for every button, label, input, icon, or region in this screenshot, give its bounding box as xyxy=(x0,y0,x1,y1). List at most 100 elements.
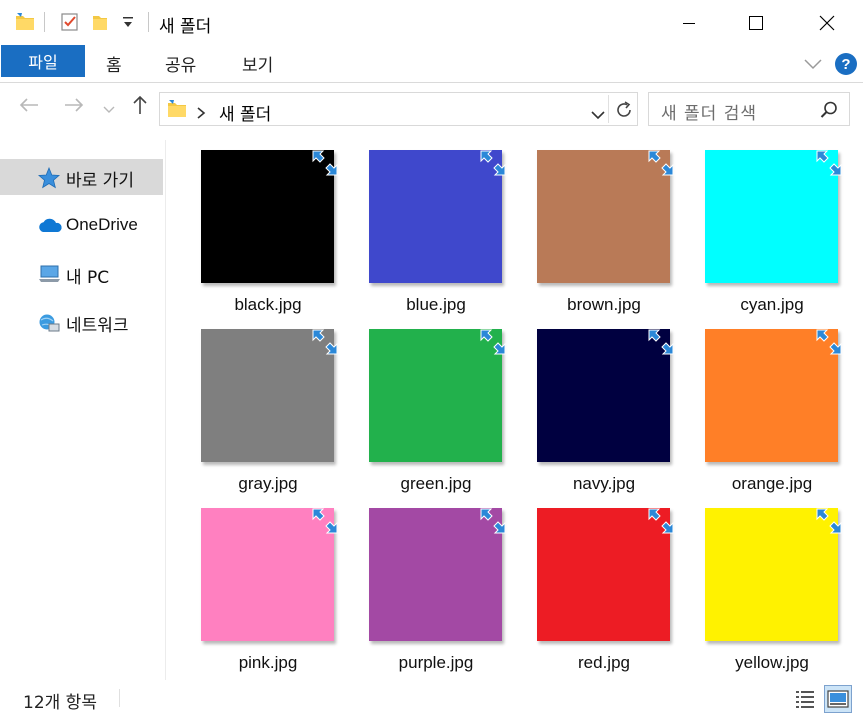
title-separator xyxy=(148,12,149,32)
folder-icon xyxy=(166,98,188,124)
tab-share[interactable]: 공유 xyxy=(165,51,196,76)
title-separator xyxy=(44,12,45,32)
this-pc-icon xyxy=(37,264,61,284)
sync-status-arrows-icon xyxy=(646,327,676,357)
back-arrow-icon[interactable] xyxy=(18,94,40,120)
sidebar-item-label: 네트워크 xyxy=(66,316,129,336)
sidebar-item-label: 내 PC xyxy=(66,268,110,288)
sync-status-arrows-icon xyxy=(814,148,844,178)
sidebar-item-onedrive[interactable]: OneDrive xyxy=(0,208,163,244)
close-icon xyxy=(819,15,835,30)
breadcrumb-current-folder[interactable]: 새 폴더 xyxy=(219,100,271,125)
file-thumbnail[interactable] xyxy=(705,150,842,283)
forward-arrow-icon[interactable] xyxy=(63,94,85,120)
tab-view[interactable]: 보기 xyxy=(242,51,273,76)
file-name[interactable]: brown.jpg xyxy=(520,295,688,315)
network-icon xyxy=(37,312,61,332)
status-bar: 12개 항목 xyxy=(0,680,863,716)
file-item[interactable]: gray.jpg xyxy=(184,329,344,509)
file-item[interactable]: black.jpg xyxy=(184,150,344,330)
details-view-icon xyxy=(796,691,814,708)
sync-status-arrows-icon xyxy=(814,327,844,357)
file-name[interactable]: cyan.jpg xyxy=(688,295,856,315)
details-view-button[interactable] xyxy=(791,685,819,713)
quick-access-star-icon xyxy=(37,166,61,189)
file-thumbnail[interactable] xyxy=(201,508,338,641)
tab-file[interactable]: 파일 xyxy=(1,45,85,77)
file-list-view: black.jpg blue.jpg brown.jpg cyan.jpg gray.j… xyxy=(167,130,863,680)
sync-status-arrows-icon xyxy=(478,506,508,536)
sync-status-arrows-icon xyxy=(478,327,508,357)
address-bar[interactable]: 새 폴더 xyxy=(159,92,638,126)
properties-check-icon[interactable] xyxy=(59,11,81,37)
file-thumbnail[interactable] xyxy=(705,508,842,641)
ribbon-expand-chevron-icon[interactable] xyxy=(804,55,822,74)
file-name[interactable]: black.jpg xyxy=(184,295,352,315)
window-title: 새 폴더 xyxy=(159,17,212,37)
maximize-icon xyxy=(749,15,763,30)
sync-status-arrows-icon xyxy=(310,148,340,178)
file-thumbnail[interactable] xyxy=(537,150,674,283)
sidebar-item-quick-access[interactable]: 바로 가기 xyxy=(0,159,163,195)
item-count: 12개 항목 xyxy=(23,693,97,713)
file-name[interactable]: navy.jpg xyxy=(520,474,688,494)
file-name[interactable]: gray.jpg xyxy=(184,474,352,494)
file-item[interactable]: red.jpg xyxy=(520,508,680,688)
minimize-button[interactable] xyxy=(662,0,716,45)
sync-status-arrows-icon xyxy=(310,506,340,536)
file-name[interactable]: red.jpg xyxy=(520,653,688,673)
file-name[interactable]: orange.jpg xyxy=(688,474,856,494)
file-thumbnail[interactable] xyxy=(369,150,506,283)
file-item[interactable]: navy.jpg xyxy=(520,329,680,509)
file-thumbnail[interactable] xyxy=(369,508,506,641)
file-thumbnail[interactable] xyxy=(705,329,842,462)
file-name[interactable]: pink.jpg xyxy=(184,653,352,673)
sidebar-item-this-pc[interactable]: 내 PC xyxy=(0,256,163,292)
file-item[interactable]: blue.jpg xyxy=(352,150,512,330)
new-folder-icon[interactable] xyxy=(90,11,110,37)
file-name[interactable]: purple.jpg xyxy=(352,653,520,673)
recent-locations-chevron-icon[interactable] xyxy=(102,100,116,119)
file-thumbnail[interactable] xyxy=(201,329,338,462)
sidebar-item-network[interactable]: 네트워크 xyxy=(0,304,163,340)
file-thumbnail[interactable] xyxy=(537,508,674,641)
sync-status-arrows-icon xyxy=(814,506,844,536)
file-name[interactable]: blue.jpg xyxy=(352,295,520,315)
search-icon[interactable] xyxy=(819,100,839,124)
file-thumbnail[interactable] xyxy=(369,329,506,462)
sync-status-arrows-icon xyxy=(310,327,340,357)
close-button[interactable] xyxy=(800,0,854,45)
file-item[interactable]: green.jpg xyxy=(352,329,512,509)
breadcrumb-chevron-icon[interactable] xyxy=(196,104,206,123)
sync-status-arrows-icon xyxy=(478,148,508,178)
customize-dropdown-icon[interactable] xyxy=(121,14,135,34)
help-button[interactable]: ? xyxy=(835,53,857,75)
file-thumbnail[interactable] xyxy=(201,150,338,283)
sidebar-item-label: OneDrive xyxy=(66,215,138,234)
file-item[interactable]: pink.jpg xyxy=(184,508,344,688)
file-item[interactable]: cyan.jpg xyxy=(688,150,848,330)
minimize-icon xyxy=(683,22,695,24)
address-history-chevron-icon[interactable] xyxy=(591,105,605,124)
file-item[interactable]: orange.jpg xyxy=(688,329,848,509)
title-bar: 새 폴더 xyxy=(0,0,863,45)
large-icons-view-icon xyxy=(827,690,849,708)
tab-home[interactable]: 홈 xyxy=(106,51,122,76)
up-arrow-icon[interactable] xyxy=(129,94,151,120)
status-separator xyxy=(119,689,120,707)
search-box[interactable]: 새 폴더 검색 xyxy=(648,92,850,126)
onedrive-cloud-icon xyxy=(37,216,62,236)
large-icons-view-button[interactable] xyxy=(824,685,852,713)
file-item[interactable]: purple.jpg xyxy=(352,508,512,688)
file-item[interactable]: yellow.jpg xyxy=(688,508,848,688)
file-name[interactable]: yellow.jpg xyxy=(688,653,856,673)
sync-status-arrows-icon xyxy=(646,148,676,178)
search-input[interactable]: 새 폴더 검색 xyxy=(661,99,757,124)
file-thumbnail[interactable] xyxy=(537,329,674,462)
refresh-icon[interactable] xyxy=(614,100,634,124)
folder-icon xyxy=(14,11,36,37)
file-name[interactable]: green.jpg xyxy=(352,474,520,494)
file-item[interactable]: brown.jpg xyxy=(520,150,680,330)
address-divider xyxy=(608,95,609,123)
maximize-button[interactable] xyxy=(729,0,783,45)
